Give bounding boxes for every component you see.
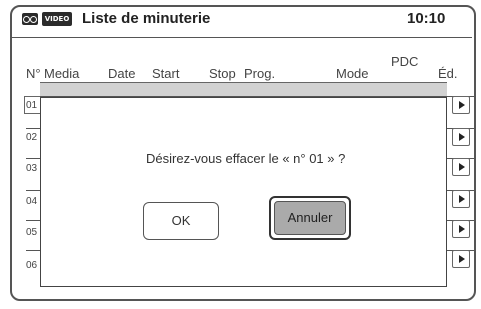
row-number: 05 bbox=[26, 227, 38, 238]
row-arrow-button[interactable] bbox=[452, 190, 470, 208]
cancel-button[interactable]: Annuler bbox=[269, 196, 351, 240]
tape-icon bbox=[22, 13, 38, 25]
row-number: 02 bbox=[26, 132, 38, 143]
row-number: 01 bbox=[26, 100, 38, 111]
column-header-edit: Éd. bbox=[438, 66, 458, 81]
cancel-button-label: Annuler bbox=[274, 201, 346, 235]
video-badge: VIDEO bbox=[42, 12, 72, 26]
screen-title: Liste de minuterie bbox=[82, 10, 211, 27]
column-header-stop: Stop bbox=[209, 66, 236, 81]
row-number: 04 bbox=[26, 196, 38, 207]
column-header-media: Media bbox=[44, 66, 80, 81]
column-header-prog: Prog. bbox=[244, 66, 276, 81]
ok-button[interactable]: OK bbox=[143, 202, 219, 240]
row-arrow-button[interactable] bbox=[452, 158, 470, 176]
row-number: 06 bbox=[26, 260, 38, 271]
row-arrow-button[interactable] bbox=[452, 220, 470, 238]
delete-confirmation-dialog: Désirez-vous effacer le « n° 01 » ? OK A… bbox=[40, 97, 447, 287]
column-header-pdc: PDC bbox=[391, 54, 419, 69]
title-divider bbox=[12, 37, 472, 38]
column-header-number: N° bbox=[26, 66, 41, 81]
row-arrow-button[interactable] bbox=[452, 250, 470, 268]
row-arrow-button[interactable] bbox=[452, 96, 470, 114]
row-number: 03 bbox=[26, 163, 38, 174]
title-bar: VIDEO Liste de minuterie 10:10 bbox=[12, 9, 472, 35]
clock: 10:10 bbox=[407, 10, 446, 27]
column-header-mode: Mode bbox=[336, 66, 369, 81]
column-header-date: Date bbox=[108, 66, 136, 81]
dialog-message: Désirez-vous effacer le « n° 01 » ? bbox=[146, 151, 346, 166]
row-arrow-button[interactable] bbox=[452, 128, 470, 146]
column-header-start: Start bbox=[152, 66, 180, 81]
